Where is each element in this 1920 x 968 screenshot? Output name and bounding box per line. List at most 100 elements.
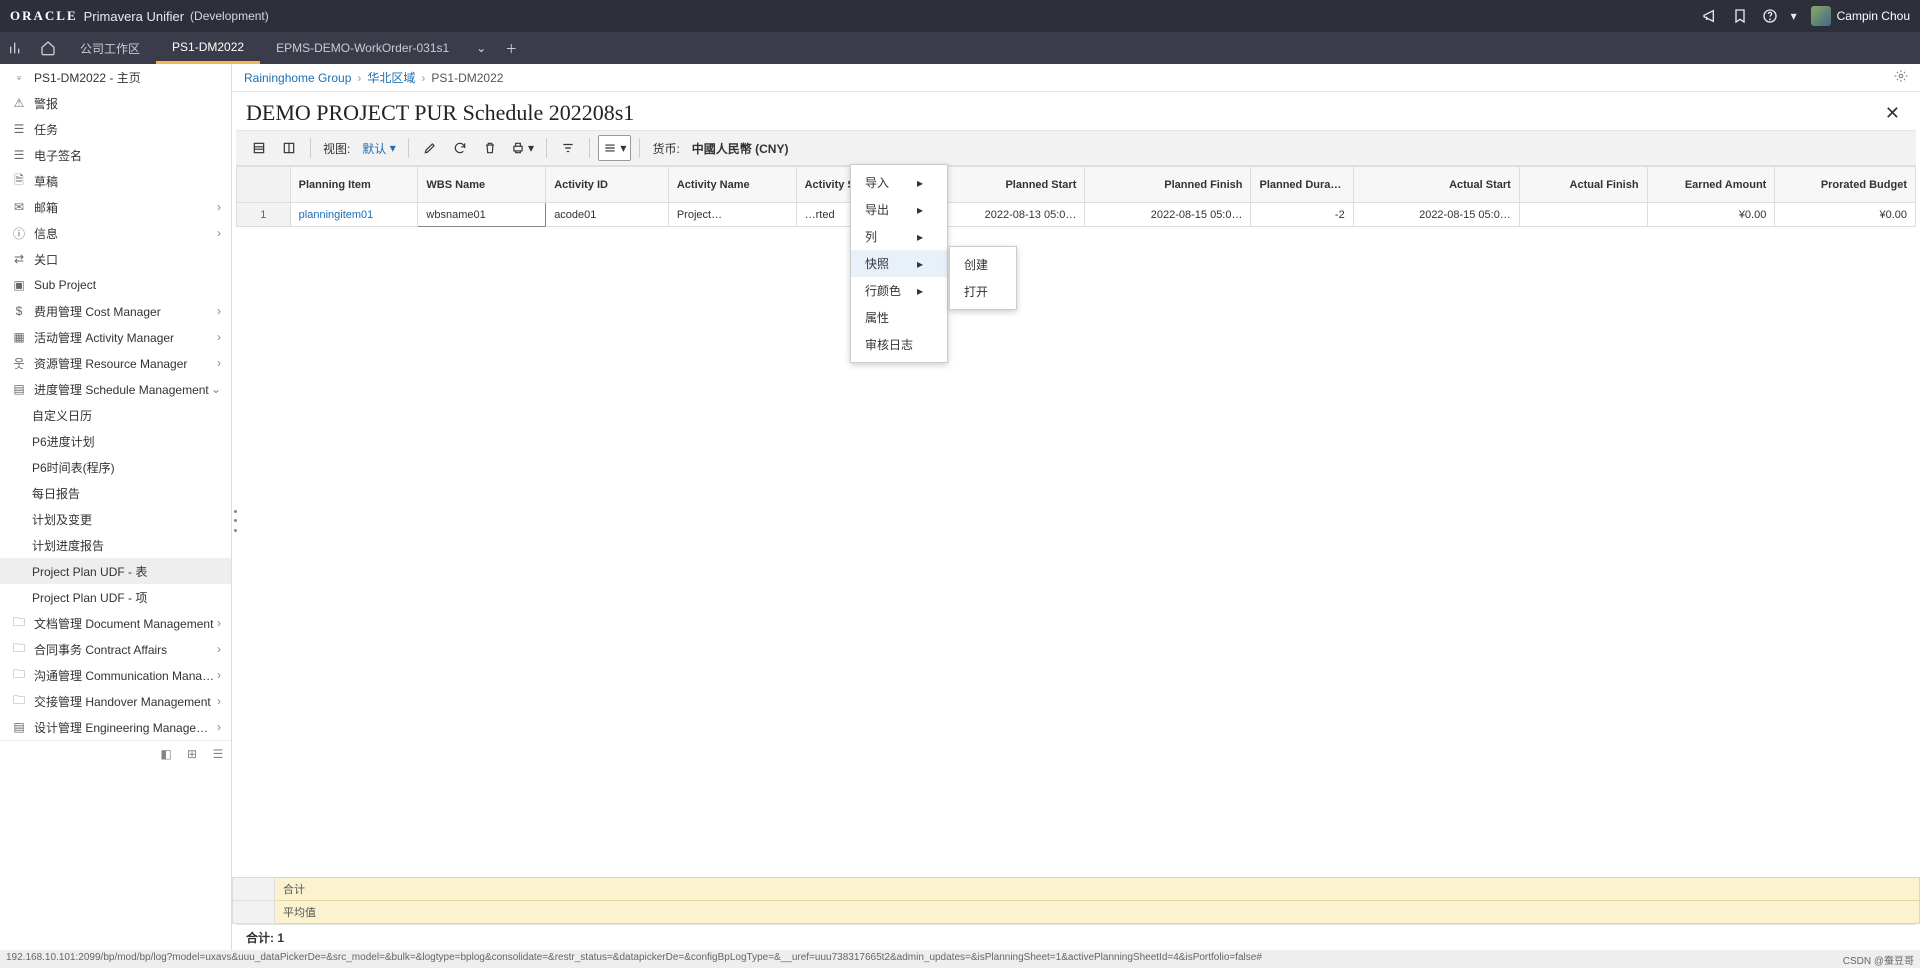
chevron-right-icon: › [217, 330, 221, 344]
cell-actual-start[interactable]: 2022-08-15 05:0… [1353, 203, 1519, 227]
cell-earned-amount[interactable]: ¥0.00 [1647, 203, 1775, 227]
cell-wbs-name[interactable]: wbsname01 [418, 203, 546, 227]
col-wbs-name[interactable]: WBS Name [418, 167, 546, 203]
cell-planning-item[interactable]: planningitem01 [290, 203, 418, 227]
col-activity-id[interactable]: Activity ID [546, 167, 669, 203]
sidebar: ⸚PS1-DM2022 - 主页 ⚠警报 ☰任务 ☰电子签名 🗎草稿 ✉邮箱› … [0, 64, 232, 950]
breadcrumb-region[interactable]: 华北区域 [367, 69, 415, 86]
refresh-button[interactable] [447, 135, 473, 161]
col-planned-duration[interactable]: Planned Duration [1251, 167, 1353, 203]
sidebar-item-tasks[interactable]: ☰任务 [0, 116, 231, 142]
filter-button[interactable] [555, 135, 581, 161]
col-actual-start[interactable]: Actual Start [1353, 167, 1519, 203]
sidebar-item-mailbox[interactable]: ✉邮箱› [0, 194, 231, 220]
sidebar-item-contract-affairs[interactable]: 🗀合同事务 Contract Affairs› [0, 636, 231, 662]
user-menu[interactable]: Campin Chou [1811, 6, 1910, 26]
chevron-right-icon: ▸ [917, 203, 923, 217]
chevron-right-icon: › [217, 720, 221, 734]
sidebar-item-alerts[interactable]: ⚠警报 [0, 90, 231, 116]
chevron-right-icon: › [421, 71, 425, 85]
close-icon[interactable]: ✕ [1879, 101, 1906, 126]
menu-item-audit-log[interactable]: 审核日志 [851, 331, 947, 358]
sidebar-sub-plan-change[interactable]: 计划及变更 [0, 506, 231, 532]
view-select[interactable]: 默认 ▾ [358, 135, 399, 161]
menu-item-export[interactable]: 导出▸ [851, 196, 947, 223]
cell-activity-name[interactable]: Project… [668, 203, 796, 227]
sidebar-item-resource-manager[interactable]: 웃资源管理 Resource Manager› [0, 350, 231, 376]
help-icon[interactable] [1758, 4, 1782, 28]
info-icon: ⓘ [10, 225, 28, 242]
home-icon[interactable] [32, 32, 64, 64]
sidebar-sub-p6-progress[interactable]: P6进度计划 [0, 428, 231, 454]
sidebar-item-engineering-management[interactable]: ▤设计管理 Engineering Management› [0, 714, 231, 740]
sidebar-item-cost-manager[interactable]: $费用管理 Cost Manager› [0, 298, 231, 324]
sidebar-footer-btn-3[interactable]: ☰ [209, 745, 227, 763]
cell-prorated-budget[interactable]: ¥0.00 [1775, 203, 1916, 227]
chevron-right-icon: › [217, 642, 221, 656]
tab-epms-demo-workorder[interactable]: EPMS-DEMO-WorkOrder-031s1 [260, 32, 465, 64]
sidebar-item-esign[interactable]: ☰电子签名 [0, 142, 231, 168]
sidebar-item-info[interactable]: ⓘ信息› [0, 220, 231, 246]
summary-total-label: 合计 [275, 878, 1920, 901]
breadcrumb-root[interactable]: Raininghome Group [244, 71, 351, 85]
tab-overflow-icon[interactable]: ⌄ [465, 32, 497, 64]
tab-ps1-dm2022[interactable]: PS1-DM2022 [156, 32, 260, 64]
col-prorated-budget[interactable]: Prorated Budget [1775, 167, 1916, 203]
col-activity-name[interactable]: Activity Name [668, 167, 796, 203]
schedule-grid: Planning Item WBS Name Activity ID Activ… [236, 166, 1916, 227]
brand-bar: ORACLE Primavera Unifier (Development) ▾… [0, 0, 1920, 32]
schedule-icon: ▤ [10, 382, 28, 396]
print-button[interactable]: ▾ [507, 135, 538, 161]
submenu-item-open[interactable]: 打开 [950, 278, 1016, 305]
col-planned-finish[interactable]: Planned Finish [1085, 167, 1251, 203]
menu-item-row-color[interactable]: 行颜色▸ [851, 277, 947, 304]
chevron-right-icon: › [217, 200, 221, 214]
sidebar-item-communication-management[interactable]: 🗀沟通管理 Communication Management› [0, 662, 231, 688]
money-icon: $ [10, 304, 28, 318]
sidebar-sub-daily-report[interactable]: 每日报告 [0, 480, 231, 506]
submenu-item-create[interactable]: 创建 [950, 251, 1016, 278]
cell-planned-duration[interactable]: -2 [1251, 203, 1353, 227]
totals-label: 合计: [246, 931, 274, 945]
sidebar-sub-project-plan-udf-table[interactable]: Project Plan UDF - 表 [0, 558, 231, 584]
col-actual-finish[interactable]: Actual Finish [1519, 167, 1647, 203]
menu-item-properties[interactable]: 属性 [851, 304, 947, 331]
sidebar-sub-p6-timesheet[interactable]: P6时间表(程序) [0, 454, 231, 480]
list-view-button[interactable] [246, 135, 272, 161]
sidebar-item-home[interactable]: ⸚PS1-DM2022 - 主页 [0, 64, 231, 90]
sidebar-sub-custom-calendar[interactable]: 自定义日历 [0, 402, 231, 428]
tab-company-workspace[interactable]: 公司工作区 [64, 32, 156, 64]
col-rownum[interactable] [237, 167, 291, 203]
col-earned-amount[interactable]: Earned Amount [1647, 167, 1775, 203]
menu-item-columns[interactable]: 列▸ [851, 223, 947, 250]
sidebar-item-document-management[interactable]: 🗀文档管理 Document Management› [0, 610, 231, 636]
table-row[interactable]: 1 planningitem01 wbsname01 acode01 Proje… [237, 203, 1916, 227]
sidebar-sub-progress-report[interactable]: 计划进度报告 [0, 532, 231, 558]
delete-button[interactable] [477, 135, 503, 161]
sidebar-item-schedule-management[interactable]: ▤进度管理 Schedule Management⌄ [0, 376, 231, 402]
sidebar-footer-btn-2[interactable]: ⊞ [183, 745, 201, 763]
sidebar-item-subproject[interactable]: ▣Sub Project [0, 272, 231, 298]
menu-button[interactable]: ▾ [598, 135, 631, 161]
sidebar-item-activity-manager[interactable]: ▦活动管理 Activity Manager› [0, 324, 231, 350]
tab-add-icon[interactable]: ＋ [497, 40, 525, 57]
bookmark-icon[interactable] [1728, 4, 1752, 28]
menu-item-snapshot[interactable]: 快照▸ [851, 250, 947, 277]
edit-button[interactable] [417, 135, 443, 161]
sidebar-footer-btn-1[interactable]: ◧ [157, 745, 175, 763]
grid-container[interactable]: Planning Item WBS Name Activity ID Activ… [236, 166, 1916, 877]
col-planning-item[interactable]: Planning Item [290, 167, 418, 203]
gear-icon[interactable] [1894, 69, 1908, 86]
help-caret-icon[interactable]: ▾ [1788, 4, 1800, 28]
cell-planned-finish[interactable]: 2022-08-15 05:0… [1085, 203, 1251, 227]
announce-icon[interactable] [1698, 4, 1722, 28]
sidebar-item-drafts[interactable]: 🗎草稿 [0, 168, 231, 194]
sidebar-sub-project-plan-udf-item[interactable]: Project Plan UDF - 项 [0, 584, 231, 610]
cell-activity-id[interactable]: acode01 [546, 203, 669, 227]
sidebar-item-gate[interactable]: ⇄关口 [0, 246, 231, 272]
menu-item-import[interactable]: 导入▸ [851, 169, 947, 196]
split-view-button[interactable] [276, 135, 302, 161]
sidebar-item-handover-management[interactable]: 🗀交接管理 Handover Management› [0, 688, 231, 714]
dashboard-icon[interactable] [0, 32, 32, 64]
cell-actual-finish[interactable] [1519, 203, 1647, 227]
